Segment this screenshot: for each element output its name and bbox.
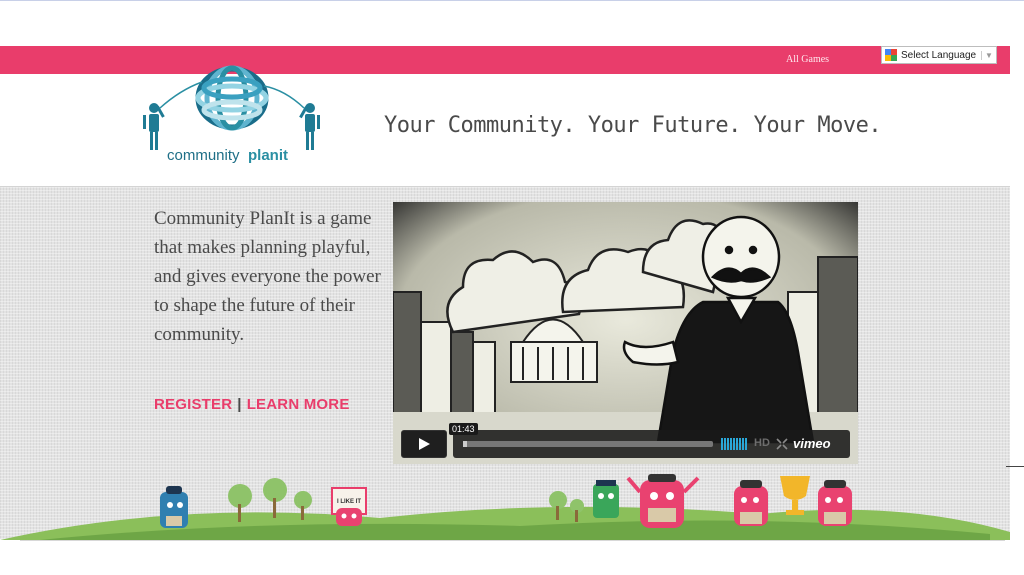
hero-description: Community PlanIt is a game that makes pl… bbox=[154, 208, 381, 345]
google-translate-icon bbox=[885, 49, 897, 61]
logo-text-community: community bbox=[167, 147, 240, 164]
hd-toggle[interactable]: HD bbox=[754, 437, 770, 449]
characters-illustration: I LIKE IT bbox=[0, 470, 1010, 540]
progress-bar[interactable] bbox=[463, 441, 713, 447]
community-planit-logo[interactable]: community planit bbox=[140, 60, 325, 164]
footer-divider bbox=[20, 540, 1005, 541]
browser-top-gap bbox=[0, 0, 1024, 46]
edge-divider bbox=[1006, 466, 1024, 467]
video-timestamp: 01:43 bbox=[449, 423, 478, 435]
video-control-bar: HD vimeo bbox=[453, 430, 850, 458]
hero-cta-links: REGISTER | LEARN MORE bbox=[154, 396, 350, 413]
progress-fill bbox=[463, 441, 467, 447]
vimeo-logo[interactable]: vimeo bbox=[793, 436, 831, 451]
logo-text-planit: planit bbox=[248, 147, 288, 164]
play-icon bbox=[419, 438, 430, 450]
volume-control[interactable] bbox=[721, 438, 747, 450]
register-link[interactable]: REGISTER bbox=[154, 396, 232, 413]
learn-more-link[interactable]: LEARN MORE bbox=[247, 396, 350, 413]
play-button[interactable] bbox=[401, 430, 447, 458]
language-select[interactable]: Select Language ▼ bbox=[881, 46, 997, 64]
language-select-label: Select Language bbox=[901, 49, 977, 61]
site-tagline: Your Community. Your Future. Your Move. bbox=[384, 113, 882, 138]
cta-separator: | bbox=[237, 396, 242, 413]
fullscreen-icon[interactable] bbox=[776, 437, 788, 455]
video-controls: HD vimeo 01:43 bbox=[401, 423, 850, 458]
all-games-link[interactable]: All Games bbox=[786, 54, 829, 65]
chevron-down-icon: ▼ bbox=[981, 50, 996, 60]
i-like-it-sign: I LIKE IT bbox=[337, 499, 361, 505]
video-player[interactable]: HD vimeo 01:43 bbox=[393, 202, 858, 464]
